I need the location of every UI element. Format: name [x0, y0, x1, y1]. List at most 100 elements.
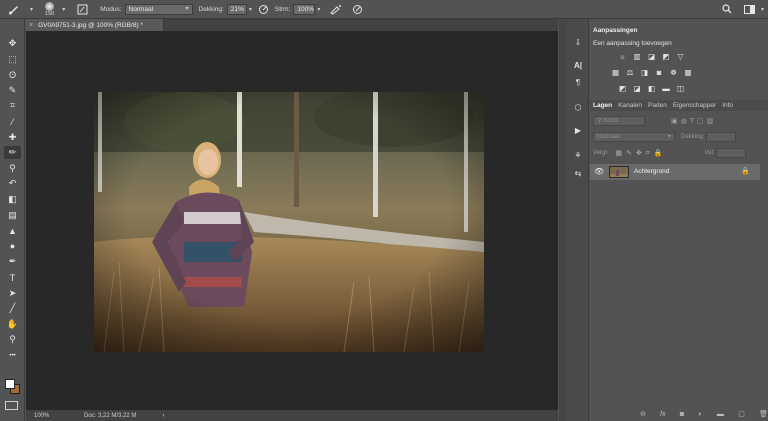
flow-input[interactable]: 100%	[293, 3, 316, 15]
invert-icon[interactable]: ◩	[618, 84, 627, 93]
eye-icon[interactable]: 👁	[594, 167, 604, 176]
layer-name[interactable]: Achtergrond	[634, 168, 669, 175]
layer-filter-select[interactable]: ⚲ Soort	[593, 116, 645, 126]
path-select-tool-icon[interactable]: ➤	[4, 287, 21, 300]
chevron-down-icon: ▾	[62, 6, 66, 13]
airbrush-button[interactable]	[330, 4, 342, 15]
quick-mask-icon[interactable]	[5, 401, 18, 410]
new-group-icon[interactable]: ▬	[717, 411, 724, 418]
zoom-level[interactable]: 100%	[34, 413, 74, 419]
paragraph-panel-icon[interactable]: ¶	[571, 76, 585, 88]
trash-icon[interactable]: 🗑	[759, 410, 768, 418]
fill-input[interactable]	[716, 148, 747, 158]
new-layer-icon[interactable]: ▢	[738, 410, 745, 418]
layer-filter-value: Soort	[603, 118, 618, 124]
search-icon	[722, 4, 732, 14]
tab-channels[interactable]: Kanalen	[615, 102, 645, 109]
more-tools-icon[interactable]: •••	[4, 349, 21, 362]
marquee-tool-icon[interactable]: ⬚	[4, 53, 21, 66]
healing-tool-icon[interactable]: ✚	[4, 131, 21, 144]
eyedropper-tool-icon[interactable]: ⁄	[4, 115, 21, 128]
brush-settings-panel-icon[interactable]: ⚘	[571, 149, 585, 161]
document-photo[interactable]	[94, 92, 484, 352]
threshold-icon[interactable]: ◧	[647, 84, 656, 93]
mode-value: Normaal	[128, 5, 154, 13]
brush-tool-icon[interactable]: ✏	[4, 146, 21, 160]
layer-opacity-input[interactable]	[706, 132, 737, 142]
adjust-panel-icon[interactable]: ⇆	[571, 167, 585, 179]
tab-info[interactable]: Info	[719, 102, 736, 109]
pressure-size-button[interactable]	[352, 4, 363, 15]
pen-tool-icon[interactable]: ✒	[4, 255, 21, 268]
close-tab-icon[interactable]: ×	[29, 22, 33, 29]
type-tool-icon[interactable]: T	[4, 271, 21, 284]
color-balance-icon[interactable]: ⚖	[626, 68, 635, 77]
line-tool-icon[interactable]: ╱	[4, 302, 21, 315]
layer-filter-row: ⚲ Soort ▣◍T▢▥	[590, 116, 768, 126]
opacity-slider-toggle[interactable]: ▾	[249, 6, 252, 13]
layer-filter-icons[interactable]: ▣◍T▢▥	[671, 117, 716, 125]
channel-mixer-icon[interactable]: ❁	[669, 68, 678, 77]
posterize-icon[interactable]: ◪	[633, 84, 642, 93]
vibrance-icon[interactable]: ▽	[676, 52, 685, 61]
search-button[interactable]	[722, 4, 732, 14]
blend-mode-select[interactable]: Normaal ▾	[593, 132, 675, 142]
adjustments-subtitle: Een aanpassing toevoegen	[593, 40, 672, 47]
link-layers-icon[interactable]: ⊖	[640, 410, 646, 418]
quick-select-tool-icon[interactable]: ✎	[4, 84, 21, 97]
mode-label: Modus:	[100, 5, 122, 13]
adjustment-layer-icon[interactable]: ◐	[698, 411, 702, 418]
libraries-panel-icon[interactable]: ⇩	[571, 36, 585, 48]
exposure-icon[interactable]: ◩	[662, 52, 671, 61]
lock-icons[interactable]: ▦✎✥⌗🔒	[615, 149, 666, 158]
opacity-input[interactable]: 21%	[226, 3, 247, 15]
workspace-button[interactable]	[743, 4, 755, 14]
gradient-map-icon[interactable]: ▬	[662, 84, 671, 93]
zoom-tool-icon[interactable]: ⚲	[4, 333, 21, 346]
3d-panel-icon[interactable]: ⬡	[571, 101, 585, 113]
crop-tool-icon[interactable]: ⌗	[4, 99, 21, 112]
dock-collapse-strip[interactable]	[559, 19, 567, 421]
blur-tool-icon[interactable]: ▲	[4, 224, 21, 237]
brightness-contrast-icon[interactable]: ☼	[618, 52, 627, 61]
color-lookup-icon[interactable]: ▦	[684, 68, 693, 77]
brush-settings-button[interactable]	[77, 4, 88, 15]
history-brush-tool-icon[interactable]: ↶	[4, 177, 21, 190]
curves-icon[interactable]: ◪	[647, 52, 656, 61]
hand-tool-icon[interactable]: ✋	[4, 318, 21, 331]
lasso-tool-icon[interactable]: ʘ	[4, 68, 21, 81]
selective-color-icon[interactable]: ◫	[676, 84, 685, 93]
photo-filter-icon[interactable]: ◙	[655, 68, 664, 77]
brush-preset-picker[interactable]: 150	[45, 1, 54, 17]
eraser-tool-icon[interactable]: ◧	[4, 193, 21, 206]
add-mask-icon[interactable]: ◙	[680, 411, 684, 418]
hue-saturation-icon[interactable]: ▦	[611, 68, 620, 77]
tab-layers[interactable]: Lagen	[590, 102, 615, 109]
tab-paths[interactable]: Paden	[645, 102, 670, 109]
tab-adjustments[interactable]: Aanpassingen	[590, 26, 637, 36]
fx-icon[interactable]: fx	[660, 411, 665, 418]
opacity-label: Dekking:	[198, 5, 224, 13]
stamp-tool-icon[interactable]: ⚲	[4, 162, 21, 175]
brush-tool-dropdown[interactable]: ▾	[28, 6, 33, 13]
workspace-dropdown[interactable]: ▾	[759, 6, 764, 13]
gradient-tool-icon[interactable]: ▤	[4, 209, 21, 222]
pressure-opacity-button[interactable]	[258, 4, 269, 15]
tab-properties[interactable]: Eigenschapper	[670, 102, 719, 109]
flow-slider-toggle[interactable]: ▾	[317, 6, 320, 13]
document-tab[interactable]: × GV0A9751-3.jpg @ 100% (RGB/8) *	[26, 19, 164, 31]
status-menu-arrow[interactable]: ›	[162, 413, 164, 419]
levels-icon[interactable]: ▥	[633, 52, 642, 61]
fill-label: Vul:	[704, 150, 715, 156]
brush-tool-icon[interactable]	[8, 3, 20, 15]
move-tool-icon[interactable]: ✥	[4, 37, 21, 50]
brush-preset-dropdown[interactable]: ▾	[60, 6, 65, 13]
photoshop-window: ▾ 150 ▾ Modus: Normaal ▾ Dekking: 21% ▾ S…	[0, 0, 768, 421]
foreground-color-swatch[interactable]	[5, 379, 15, 389]
actions-panel-icon[interactable]: ▶	[571, 124, 585, 136]
dodge-tool-icon[interactable]: ●	[4, 240, 21, 253]
character-panel-icon[interactable]: A|	[571, 59, 585, 71]
black-white-icon[interactable]: ◨	[640, 68, 649, 77]
blend-mode-value: Normaal	[597, 134, 620, 140]
mode-select[interactable]: Normaal ▾	[124, 3, 193, 15]
